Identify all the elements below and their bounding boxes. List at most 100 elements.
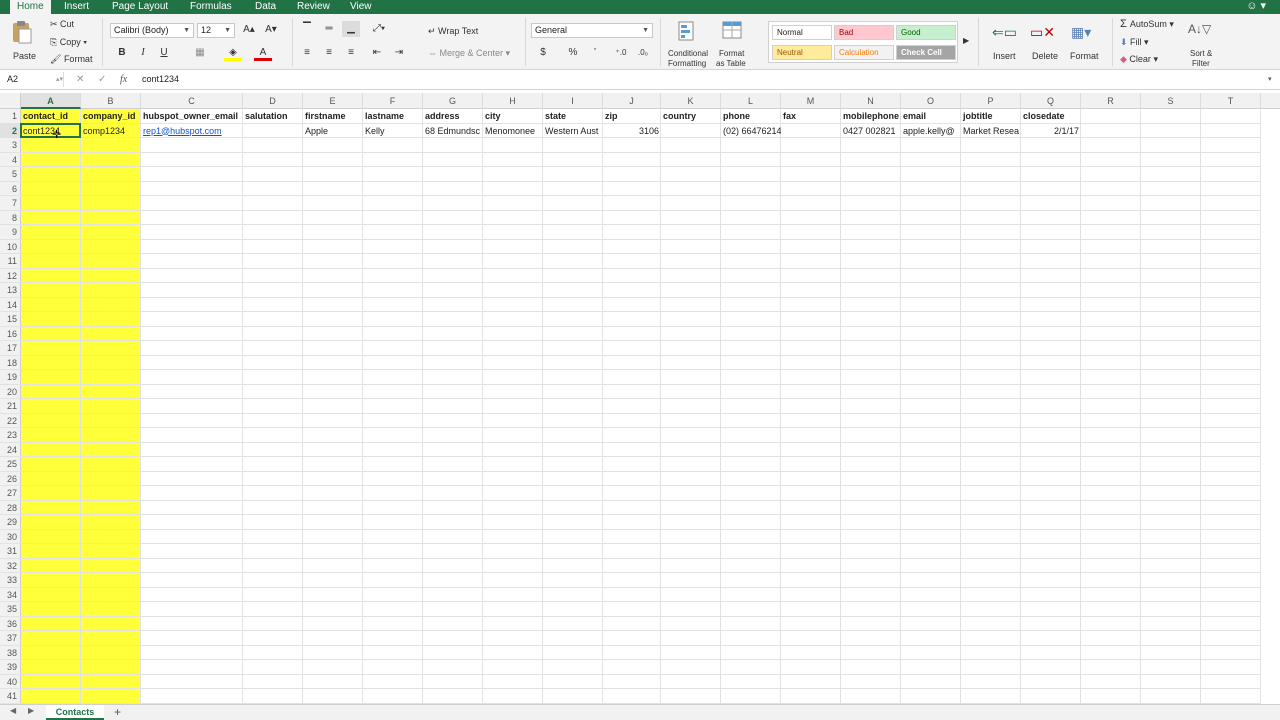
cell-p1[interactable]: jobtitle bbox=[961, 109, 1021, 124]
row-header-22[interactable]: 22 bbox=[0, 414, 21, 428]
add-sheet-button[interactable]: + bbox=[114, 705, 121, 719]
column-header-t[interactable]: T bbox=[1201, 93, 1261, 109]
cell-q1[interactable]: closedate bbox=[1021, 109, 1081, 124]
row-header-4[interactable]: 4 bbox=[0, 153, 21, 167]
insert-cells-button[interactable]: ⇐▭ Insert bbox=[986, 18, 1022, 68]
row-header-15[interactable]: 15 bbox=[0, 312, 21, 327]
column-header-l[interactable]: L bbox=[721, 93, 781, 109]
sheet-tab-contacts[interactable]: Contacts bbox=[46, 705, 104, 720]
column-header-j[interactable]: J bbox=[603, 93, 661, 109]
font-size-dropdown[interactable]: 12 ▼ bbox=[197, 23, 235, 38]
align-bottom-icon[interactable]: ▁ bbox=[342, 21, 360, 37]
row-header-31[interactable]: 31 bbox=[0, 544, 21, 559]
tab-home[interactable]: Home bbox=[10, 0, 51, 14]
row-header-10[interactable]: 10 bbox=[0, 240, 21, 254]
align-right-icon[interactable]: ≡ bbox=[342, 45, 360, 61]
cancel-icon[interactable]: ✕ bbox=[76, 72, 84, 87]
borders-icon[interactable]: ▦ bbox=[191, 45, 209, 61]
row-header-30[interactable]: 30 bbox=[0, 530, 21, 544]
tab-insert[interactable]: Insert bbox=[64, 0, 89, 14]
increase-decimal-icon[interactable]: ⁺.0 bbox=[612, 45, 630, 61]
sort-filter-button[interactable]: A↓▽ Sort & Filter bbox=[1182, 18, 1224, 68]
cell-o2[interactable]: apple.kelly@ bbox=[901, 124, 961, 139]
row-header-32[interactable]: 32 bbox=[0, 559, 21, 573]
align-left-icon[interactable]: ≡ bbox=[298, 45, 316, 61]
row-header-33[interactable]: 33 bbox=[0, 573, 21, 588]
column-header-s[interactable]: S bbox=[1141, 93, 1201, 109]
row-header-13[interactable]: 13 bbox=[0, 283, 21, 298]
row-header-17[interactable]: 17 bbox=[0, 341, 21, 356]
align-center-icon[interactable]: ≡ bbox=[320, 45, 338, 61]
style-neutral[interactable]: Neutral bbox=[772, 45, 832, 60]
row-header-21[interactable]: 21 bbox=[0, 399, 21, 414]
cell-p2[interactable]: Market Resea bbox=[961, 124, 1021, 139]
column-header-c[interactable]: C bbox=[141, 93, 243, 109]
style-normal[interactable]: Normal bbox=[772, 25, 832, 40]
merge-center-button[interactable]: ⇔ Merge & Center ▾ bbox=[428, 48, 510, 59]
cell-n1[interactable]: mobilephone bbox=[841, 109, 901, 124]
next-sheet-icon[interactable]: ▶ bbox=[28, 706, 34, 715]
column-header-p[interactable]: P bbox=[961, 93, 1021, 109]
cell-e1[interactable]: firstname bbox=[303, 109, 363, 124]
row-header-41[interactable]: 41 bbox=[0, 689, 21, 704]
name-box[interactable]: A2 bbox=[4, 72, 64, 87]
cell-a1[interactable]: contact_id bbox=[21, 109, 81, 124]
fill-button[interactable]: ⬇ Fill ▾ bbox=[1120, 37, 1149, 48]
copy-button[interactable]: ⎘ Copy ▾ bbox=[50, 37, 87, 48]
enter-check-icon[interactable]: ✓ bbox=[98, 72, 106, 87]
row-header-24[interactable]: 24 bbox=[0, 443, 21, 457]
decrease-indent-icon[interactable]: ⇤ bbox=[368, 45, 386, 61]
expand-formula-icon[interactable]: ▾ bbox=[1268, 72, 1272, 87]
row-header-36[interactable]: 36 bbox=[0, 617, 21, 631]
style-good[interactable]: Good bbox=[896, 25, 956, 40]
column-header-n[interactable]: N bbox=[841, 93, 901, 109]
bold-button[interactable]: B bbox=[113, 45, 131, 61]
tab-data[interactable]: Data bbox=[255, 0, 276, 14]
cell-c2[interactable]: rep1@hubspot.com bbox=[141, 124, 243, 139]
wrap-text-button[interactable]: ↵ Wrap Text bbox=[428, 26, 478, 37]
row-header-25[interactable]: 25 bbox=[0, 457, 21, 472]
conditional-formatting-button[interactable]: Conditional Formatting bbox=[666, 18, 714, 68]
cell-f2[interactable]: Kelly bbox=[363, 124, 423, 139]
row-header-26[interactable]: 26 bbox=[0, 472, 21, 486]
column-header-k[interactable]: K bbox=[661, 93, 721, 109]
increase-font-icon[interactable]: A▴ bbox=[240, 22, 258, 38]
italic-button[interactable]: I bbox=[134, 45, 152, 61]
cell-m1[interactable]: fax bbox=[781, 109, 841, 124]
tab-review[interactable]: Review bbox=[297, 0, 330, 14]
column-header-a[interactable]: A bbox=[21, 93, 81, 109]
column-header-m[interactable]: M bbox=[781, 93, 841, 109]
comma-button[interactable]: ’ bbox=[586, 45, 604, 61]
decrease-decimal-icon[interactable]: .0₀ bbox=[634, 45, 652, 61]
column-header-g[interactable]: G bbox=[423, 93, 483, 109]
gallery-more-icon[interactable]: ▶ bbox=[963, 36, 969, 45]
row-header-37[interactable]: 37 bbox=[0, 631, 21, 646]
function-icon[interactable]: fx bbox=[120, 72, 127, 87]
row-header-11[interactable]: 11 bbox=[0, 254, 21, 269]
formula-input[interactable]: cont1234 bbox=[142, 72, 179, 87]
row-header-8[interactable]: 8 bbox=[0, 211, 21, 225]
row-header-18[interactable]: 18 bbox=[0, 356, 21, 370]
format-as-table-button[interactable]: Format as Table bbox=[716, 18, 752, 68]
cell-l1[interactable]: phone bbox=[721, 109, 781, 124]
select-all-corner[interactable] bbox=[0, 93, 21, 109]
orientation-icon[interactable]: ⤢▾ bbox=[370, 21, 388, 37]
cell-j1[interactable]: zip bbox=[603, 109, 661, 124]
name-box-stepper-icon[interactable]: ▴▾ bbox=[56, 72, 63, 87]
tab-formulas[interactable]: Formulas bbox=[190, 0, 232, 14]
style-calculation[interactable]: Calculation bbox=[834, 45, 894, 60]
column-header-r[interactable]: R bbox=[1081, 93, 1141, 109]
clear-button[interactable]: ◆ Clear ▾ bbox=[1120, 54, 1158, 65]
format-cells-button[interactable]: ▦▾ Format bbox=[1066, 18, 1106, 68]
row-header-35[interactable]: 35 bbox=[0, 602, 21, 617]
row-header-19[interactable]: 19 bbox=[0, 370, 21, 385]
format-painter-button[interactable]: 🖌 Format bbox=[50, 54, 92, 65]
column-header-e[interactable]: E bbox=[303, 93, 363, 109]
cell-k1[interactable]: country bbox=[661, 109, 721, 124]
cell-h1[interactable]: city bbox=[483, 109, 543, 124]
decrease-font-icon[interactable]: A▾ bbox=[262, 22, 280, 38]
row-header-9[interactable]: 9 bbox=[0, 225, 21, 240]
font-name-dropdown[interactable]: Calibri (Body) ▼ bbox=[110, 23, 194, 38]
row-header-20[interactable]: 20 bbox=[0, 385, 21, 399]
row-header-3[interactable]: 3 bbox=[0, 138, 21, 153]
